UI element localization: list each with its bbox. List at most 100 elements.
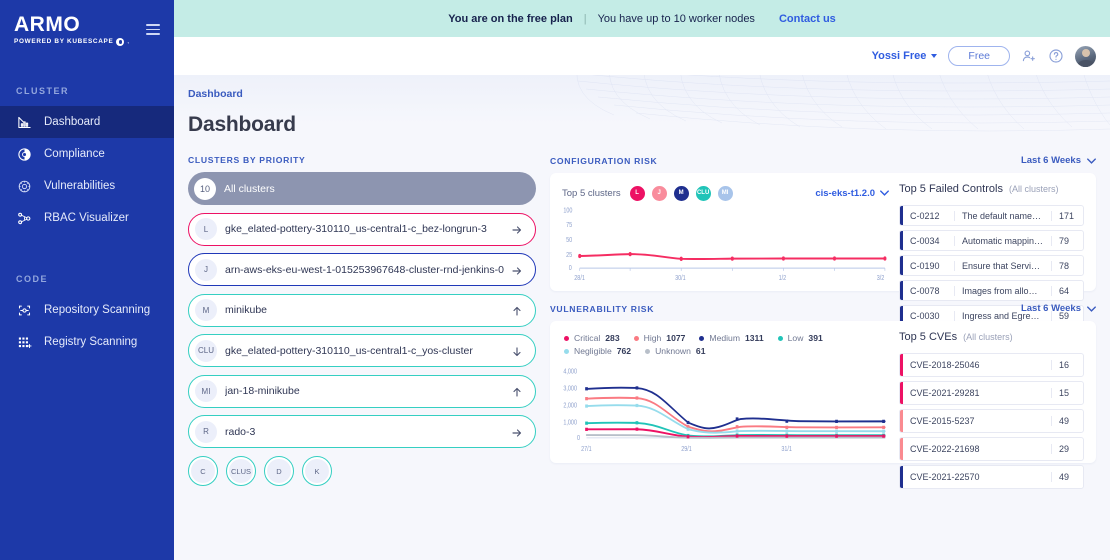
- cluster-avatar[interactable]: MI: [717, 185, 734, 202]
- cluster-initials: L: [195, 218, 217, 240]
- sidebar-item-compliance[interactable]: Compliance: [0, 138, 174, 170]
- arrow-right-icon: [511, 223, 523, 235]
- cluster-row[interactable]: R rado-3: [188, 415, 536, 448]
- cluster-avatar[interactable]: CLU: [695, 185, 712, 202]
- svg-text:29/1: 29/1: [681, 445, 692, 453]
- clusters-by-priority-panel: CLUSTERS BY PRIORITY 10 All clusters L g…: [188, 155, 536, 560]
- severity-legend: Critical 283 High1077 Medium1311 Low391 N…: [564, 333, 889, 356]
- legend-label: Negligible: [574, 346, 612, 356]
- cve-row[interactable]: CVE-2022-2169829: [899, 437, 1084, 461]
- chevron-down-icon: [880, 190, 889, 196]
- cve-row[interactable]: CVE-2021-2257049: [899, 465, 1084, 489]
- chevron-down-icon: [1087, 306, 1096, 312]
- hamburger-icon[interactable]: [146, 21, 160, 38]
- svg-text:4,000: 4,000: [563, 368, 577, 376]
- vulnerability-risk-svg: 4,0003,0002,0001,0000: [562, 360, 889, 455]
- control-id: C-0078: [903, 286, 955, 296]
- repository-icon: [16, 302, 33, 319]
- configuration-range-selector[interactable]: Last 6 Weeks: [1021, 155, 1096, 166]
- cluster-row-all[interactable]: 10 All clusters: [188, 172, 536, 205]
- cluster-row[interactable]: CLU gke_elated-pottery-310110_us-central…: [188, 334, 536, 367]
- legend-value: 283: [605, 333, 619, 343]
- range-label: Last 6 Weeks: [1021, 303, 1081, 314]
- cve-id: CVE-2021-22570: [903, 472, 1051, 482]
- control-description: Ensure that Service Ac...: [955, 261, 1051, 271]
- sidebar-item-registry-scanning[interactable]: Registry Scanning: [0, 326, 174, 358]
- cluster-row[interactable]: J arn-aws-eks-eu-west-1-015253967648-clu…: [188, 253, 536, 286]
- registry-icon: [16, 334, 33, 351]
- failed-control-row[interactable]: C-0078Images from allowed r...64: [899, 280, 1084, 301]
- sidebar-item-dashboard[interactable]: Dashboard: [0, 106, 174, 138]
- cluster-avatar[interactable]: M: [673, 185, 690, 202]
- cluster-initials: C: [191, 459, 215, 483]
- svg-text:0: 0: [569, 264, 572, 272]
- cve-row[interactable]: CVE-2015-523749: [899, 409, 1084, 433]
- legend-item-low[interactable]: Low391: [778, 333, 823, 343]
- cluster-pill[interactable]: CLUS: [226, 456, 256, 486]
- kubescape-mark: ,: [127, 40, 129, 45]
- chevron-down-icon: [1087, 158, 1096, 164]
- sidebar-item-vulnerabilities[interactable]: Vulnerabilities: [0, 170, 174, 202]
- vulnerability-risk-card: Critical 283 High1077 Medium1311 Low391 N…: [550, 321, 1096, 463]
- cluster-pill[interactable]: D: [264, 456, 294, 486]
- avatar[interactable]: [1075, 46, 1096, 67]
- brand-logo[interactable]: ARMO POWERED BY KUBESCAPE ,: [14, 14, 130, 46]
- free-plan-banner: You are on the free plan | You have up t…: [174, 0, 1110, 37]
- cluster-avatar-group: L J M CLU MI: [629, 185, 734, 202]
- cluster-row[interactable]: MI jan-18-minikube: [188, 375, 536, 408]
- vulnerability-range-selector[interactable]: Last 6 Weeks: [1021, 303, 1096, 314]
- svg-text:50: 50: [566, 236, 572, 244]
- cve-count: 16: [1051, 360, 1083, 370]
- sidebar-item-label: Compliance: [44, 148, 105, 160]
- bug-icon: [16, 178, 33, 195]
- legend-item-critical[interactable]: Critical 283: [564, 333, 620, 343]
- configuration-risk-label: CONFIGURATION RISK: [550, 156, 657, 166]
- control-description: Images from allowed r...: [955, 286, 1051, 296]
- cluster-initials: R: [195, 421, 217, 443]
- cluster-list: 10 All clusters L gke_elated-pottery-310…: [188, 172, 536, 448]
- cve-row[interactable]: CVE-2018-2504616: [899, 353, 1084, 377]
- cluster-pill[interactable]: K: [302, 456, 332, 486]
- failed-control-row[interactable]: C-0190Ensure that Service Ac...78: [899, 255, 1084, 276]
- help-icon[interactable]: [1048, 48, 1064, 64]
- legend-item-medium[interactable]: Medium1311: [699, 333, 763, 343]
- arrow-right-icon: [511, 426, 523, 438]
- vulnerability-risk-plot: 4,0003,0002,0001,0000: [562, 360, 889, 455]
- failed-control-row[interactable]: C-0212The default namespac...171: [899, 205, 1084, 226]
- top-failed-controls-panel: Top 5 Failed Controls (All clusters) C-0…: [899, 183, 1084, 283]
- legend-item-high[interactable]: High1077: [634, 333, 686, 343]
- cluster-name: All clusters: [224, 183, 524, 195]
- legend-value: 61: [696, 346, 706, 356]
- cluster-avatar[interactable]: J: [651, 185, 668, 202]
- range-label: Last 6 Weeks: [1021, 155, 1081, 166]
- svg-text:75: 75: [566, 221, 572, 229]
- brand-tagline: POWERED BY KUBESCAPE: [14, 39, 113, 45]
- vulnerability-risk-label: VULNERABILITY RISK: [550, 304, 654, 314]
- cve-row[interactable]: CVE-2021-2928115: [899, 381, 1084, 405]
- legend-item-unknown[interactable]: Unknown61: [645, 346, 705, 356]
- arrow-up-icon: [511, 385, 523, 397]
- sidebar-item-repository-scanning[interactable]: Repository Scanning: [0, 294, 174, 326]
- sidebar-item-rbac-visualizer[interactable]: RBAC Visualizer: [0, 202, 174, 234]
- failed-control-row[interactable]: C-0034Automatic mapping of...79: [899, 230, 1084, 251]
- framework-label: cis-eks-t1.2.0: [815, 188, 875, 199]
- contact-us-link[interactable]: Contact us: [779, 13, 836, 25]
- cluster-pill[interactable]: C: [188, 456, 218, 486]
- cluster-row[interactable]: M minikube: [188, 294, 536, 327]
- legend-item-negligible[interactable]: Negligible762: [564, 346, 631, 356]
- cluster-name: jan-18-minikube: [225, 385, 511, 397]
- plan-badge[interactable]: Free: [948, 46, 1010, 66]
- breadcrumb[interactable]: Dashboard: [188, 88, 1110, 100]
- legend-label: Critical: [574, 333, 600, 343]
- svg-text:1/2: 1/2: [779, 275, 787, 283]
- sidebar-header: ARMO POWERED BY KUBESCAPE ,: [0, 0, 174, 46]
- cluster-initials: K: [305, 459, 329, 483]
- cluster-avatar[interactable]: L: [629, 185, 646, 202]
- cluster-row[interactable]: L gke_elated-pottery-310110_us-central1-…: [188, 213, 536, 246]
- framework-selector[interactable]: cis-eks-t1.2.0: [815, 188, 889, 199]
- topbar: Yossi Free Free: [174, 37, 1110, 75]
- user-menu[interactable]: Yossi Free: [872, 50, 938, 62]
- clusters-panel-label: CLUSTERS BY PRIORITY: [188, 155, 536, 165]
- cluster-initials: CLUS: [229, 459, 253, 483]
- add-user-icon[interactable]: [1021, 48, 1037, 64]
